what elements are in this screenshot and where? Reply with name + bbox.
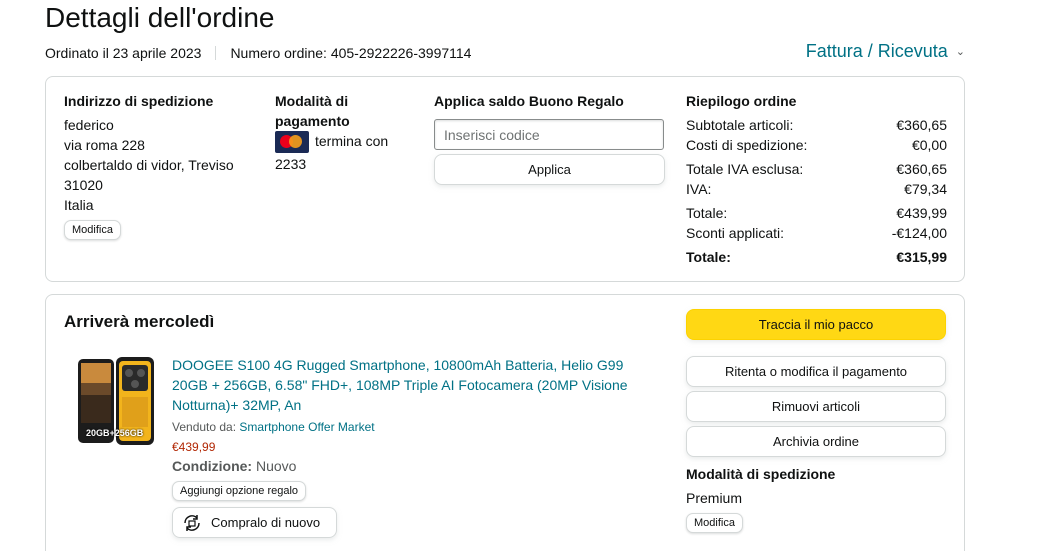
order-meta: Ordinato il 23 aprile 2023 Numero ordine…: [45, 45, 471, 61]
product-image-badge: 20GB+256GB: [86, 428, 144, 438]
summary-value: €360,65: [896, 117, 947, 133]
summary-label: Totale IVA esclusa:: [686, 161, 804, 177]
condition-value: Nuovo: [256, 458, 297, 474]
condition-label: Condizione:: [172, 458, 253, 474]
order-number: Numero ordine: 405-2922226-3997114: [230, 45, 472, 61]
edit-address-button[interactable]: Modifica: [64, 220, 121, 240]
archive-order-button[interactable]: Archivia ordine: [686, 426, 946, 457]
address-country: Italia: [64, 197, 94, 213]
add-gift-option-button[interactable]: Aggiungi opzione regalo: [172, 481, 307, 501]
chevron-down-icon[interactable]: ⌄: [956, 45, 965, 58]
invoice-dropdown[interactable]: Fattura / Ricevuta ⌄: [806, 41, 965, 62]
gift-code-input[interactable]: [434, 119, 664, 150]
order-info-panel: Indirizzo di spedizione federico via rom…: [45, 76, 965, 282]
product-title-line2[interactable]: 20GB + 256GB, 6.58" FHD+, 108MP Triple A…: [172, 375, 628, 395]
address-city: colbertaldo di vidor, Treviso: [64, 157, 234, 173]
gift-heading: Applica saldo Buono Regalo: [434, 93, 624, 109]
address-zip: 31020: [64, 177, 103, 193]
summary-value: €439,99: [896, 205, 947, 221]
summary-row: IVA: €79,34: [686, 179, 947, 199]
summary-row: Totale: €439,99: [686, 203, 947, 223]
shipping-method-value: Premium: [686, 490, 743, 506]
summary-label: IVA:: [686, 181, 712, 197]
summary-label: Costi di spedizione:: [686, 137, 808, 153]
product-title-line3[interactable]: Notturna)+ 32MP, An: [172, 395, 301, 415]
payment-card-text: termina con: [315, 133, 389, 149]
shipping-method-heading: Modalità di spedizione: [686, 466, 836, 482]
summary-label: Totale:: [686, 205, 728, 221]
buy-again-button[interactable]: Compralo di nuovo: [172, 507, 337, 538]
edit-shipping-method-button[interactable]: Modifica: [686, 513, 743, 533]
address-street: via roma 228: [64, 137, 145, 153]
summary-row: Costi di spedizione: €0,00: [686, 135, 947, 155]
mastercard-icon: [275, 131, 309, 154]
divider: [215, 46, 217, 60]
seller-link[interactable]: Smartphone Offer Market: [239, 420, 374, 434]
apply-gift-button[interactable]: Applica: [434, 154, 665, 185]
retry-payment-button[interactable]: Ritenta o modifica il pagamento: [686, 356, 946, 387]
summary-row: Sconti applicati: -€124,00: [686, 223, 947, 243]
payment-heading-line2: pagamento: [275, 113, 350, 129]
summary-heading: Riepilogo ordine: [686, 93, 797, 109]
order-date: Ordinato il 23 aprile 2023: [45, 45, 202, 61]
shipping-address-heading: Indirizzo di spedizione: [64, 93, 214, 109]
page-title: Dettagli dell'ordine: [45, 2, 275, 33]
summary-value: €0,00: [911, 137, 947, 153]
invoice-link-label[interactable]: Fattura / Ricevuta: [806, 41, 948, 62]
track-package-button[interactable]: Traccia il mio pacco: [686, 309, 946, 340]
remove-items-button[interactable]: Rimuovi articoli: [686, 391, 946, 422]
summary-row: Subtotale articoli: €360,65: [686, 115, 947, 135]
summary-value: -€124,00: [891, 225, 947, 241]
product-price: €439,99: [172, 440, 216, 454]
payment-heading-line1: Modalità di: [275, 93, 349, 109]
payment-card-last4: 2233: [275, 156, 307, 172]
arrival-heading: Arriverà mercoledì: [64, 312, 215, 331]
buy-again-icon: [184, 514, 200, 531]
sold-by-label: Venduto da:: [172, 420, 237, 434]
summary-value: €315,99: [896, 249, 947, 265]
summary-row: Totale IVA esclusa: €360,65: [686, 159, 947, 179]
sold-by: Venduto da: Smartphone Offer Market: [172, 417, 375, 437]
payment-card: termina con: [275, 131, 389, 154]
shipment-panel: Arriverà mercoledì 20GB+256GB DOOGEE S10…: [45, 294, 965, 551]
summary-label: Subtotale articoli:: [686, 117, 794, 133]
summary-label: Totale:: [686, 249, 731, 265]
summary-value: €79,34: [904, 181, 947, 197]
summary-value: €360,65: [896, 161, 947, 177]
summary-grand-total: Totale: €315,99: [686, 247, 947, 267]
buy-again-label[interactable]: Compralo di nuovo: [211, 515, 320, 530]
address-name: federico: [64, 117, 114, 133]
summary-label: Sconti applicati:: [686, 225, 785, 241]
product-condition: Condizione: Nuovo: [172, 456, 296, 476]
product-title-line1[interactable]: DOOGEE S100 4G Rugged Smartphone, 10800m…: [172, 355, 623, 375]
